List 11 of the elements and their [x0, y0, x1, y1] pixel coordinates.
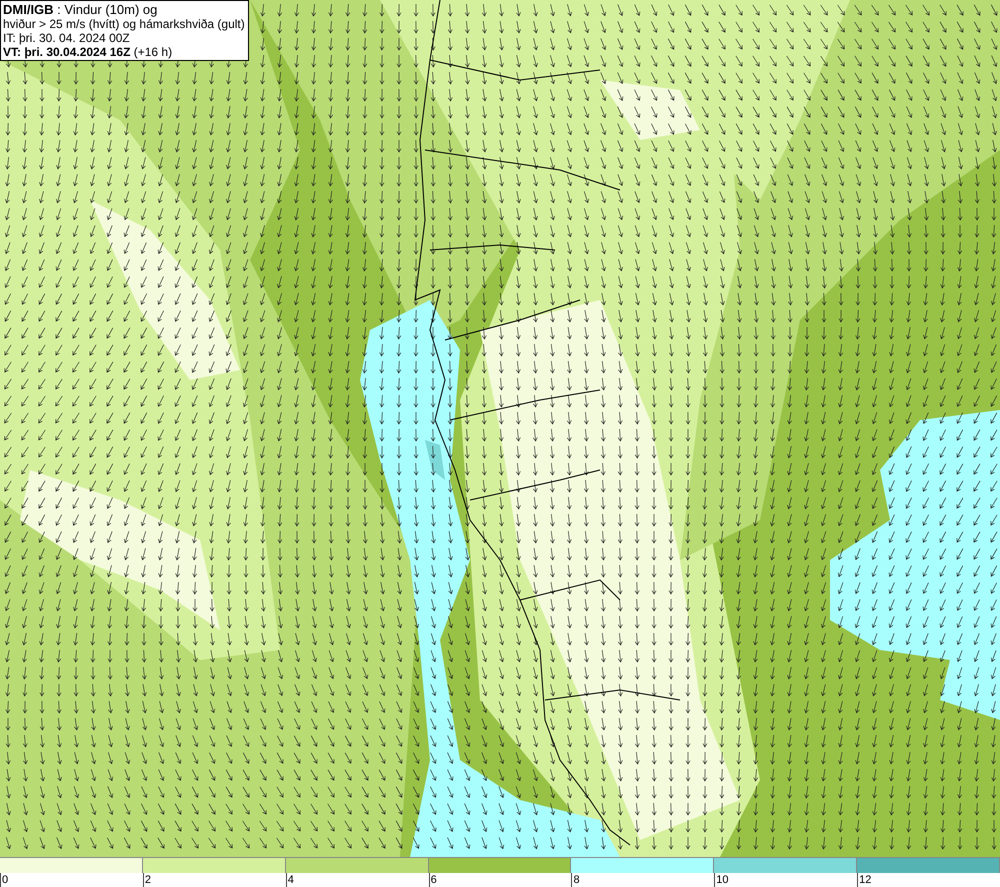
- legend-tick-label: 0: [2, 874, 8, 886]
- map-title: DMI/IGB : Vindur (10m) og: [3, 3, 158, 17]
- legend-tick-label: 4: [288, 874, 294, 886]
- map-subtitle: hviður > 25 m/s (hvítt) og hámarkshviða (gult): [3, 17, 245, 31]
- legend-tick-label: 8: [573, 874, 580, 886]
- forecast-time-text: IT: þri. 30. 04. 2024 00Z: [3, 31, 131, 45]
- legend-tick-label: 2: [144, 874, 151, 886]
- legend-tick-label: 6: [430, 874, 437, 886]
- legend-tick-label: 10: [716, 874, 729, 886]
- forecast-time-text: VT: þri. 30.04.2024 16Z (+16 h): [3, 45, 174, 59]
- legend-tick-label: 12: [859, 874, 872, 886]
